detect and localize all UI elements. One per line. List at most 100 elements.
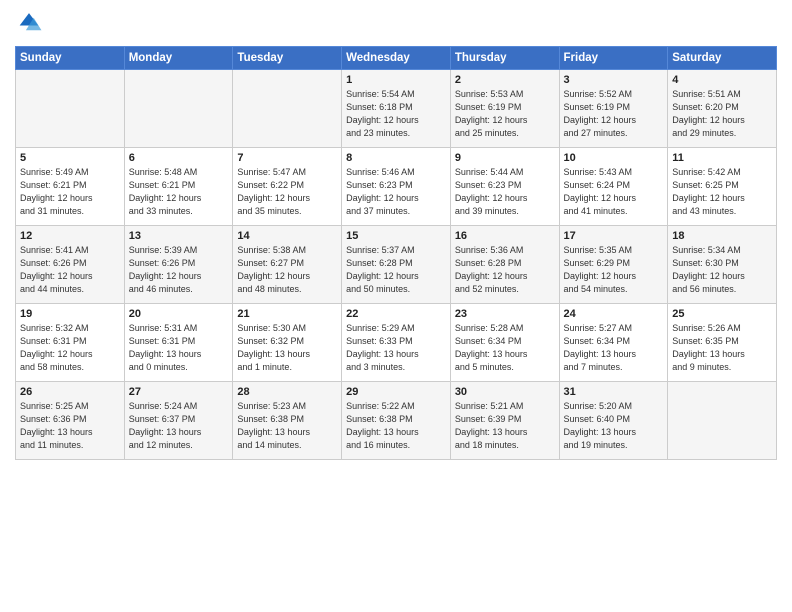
day-number: 24 <box>564 308 664 320</box>
day-info: Sunrise: 5:25 AM Sunset: 6:36 PM Dayligh… <box>20 400 120 452</box>
day-number: 22 <box>346 308 446 320</box>
calendar-cell: 21Sunrise: 5:30 AM Sunset: 6:32 PM Dayli… <box>233 304 342 382</box>
day-info: Sunrise: 5:23 AM Sunset: 6:38 PM Dayligh… <box>237 400 337 452</box>
day-number: 29 <box>346 386 446 398</box>
day-info: Sunrise: 5:21 AM Sunset: 6:39 PM Dayligh… <box>455 400 555 452</box>
calendar-cell: 17 Sunrise: 5:35 AM Sunset: 6:29 PM Dayli… <box>559 226 668 304</box>
day-number: 21 <box>237 308 337 320</box>
weekday-header: Wednesday <box>342 47 451 70</box>
calendar-cell: 10 Sunrise: 5:43 AM Sunset: 6:24 PM Dayli… <box>559 148 668 226</box>
calendar-week-row: 19 Sunrise: 5:32 AM Sunset: 6:31 PM Dayli… <box>16 304 777 382</box>
day-info: Sunrise: 5:38 AM Sunset: 6:27 PM Dayligh… <box>237 244 337 296</box>
day-info: Sunrise: 5:26 AM Sunset: 6:35 PM Dayligh… <box>672 322 772 374</box>
calendar-cell: 24 Sunrise: 5:27 AM Sunset: 6:34 PM Dayli… <box>559 304 668 382</box>
calendar-cell: 11 Sunrise: 5:42 AM Sunset: 6:25 PM Dayli… <box>668 148 777 226</box>
day-number: 27 <box>129 386 229 398</box>
day-info: Sunrise: 5:20 AM Sunset: 6:40 PM Dayligh… <box>564 400 664 452</box>
weekday-header: Thursday <box>450 47 559 70</box>
day-number: 1 <box>346 74 446 86</box>
day-info: Sunrise: 5:24 AM Sunset: 6:37 PM Dayligh… <box>129 400 229 452</box>
calendar-cell: 18 Sunrise: 5:34 AM Sunset: 6:30 PM Dayli… <box>668 226 777 304</box>
calendar-week-row: 1 Sunrise: 5:54 AM Sunset: 6:18 PM Daylig… <box>16 70 777 148</box>
day-number: 26 <box>20 386 120 398</box>
day-info: Sunrise: 5:35 AM Sunset: 6:29 PM Dayligh… <box>564 244 664 296</box>
logo <box>15 10 47 38</box>
day-info: Sunrise: 5:34 AM Sunset: 6:30 PM Dayligh… <box>672 244 772 296</box>
calendar-cell: 20 Sunrise: 5:31 AM Sunset: 6:31 PM Dayli… <box>124 304 233 382</box>
day-number: 17 <box>564 230 664 242</box>
day-info: Sunrise: 5:32 AM Sunset: 6:31 PM Dayligh… <box>20 322 120 374</box>
day-number: 19 <box>20 308 120 320</box>
day-info: Sunrise: 5:41 AM Sunset: 6:26 PM Dayligh… <box>20 244 120 296</box>
calendar-cell: 4Sunrise: 5:51 AM Sunset: 6:20 PM Daylig… <box>668 70 777 148</box>
day-info: Sunrise: 5:51 AM Sunset: 6:20 PM Dayligh… <box>672 88 772 140</box>
weekday-header: Monday <box>124 47 233 70</box>
day-info: Sunrise: 5:54 AM Sunset: 6:18 PM Dayligh… <box>346 88 446 140</box>
day-number: 5 <box>20 152 120 164</box>
calendar-cell: 16Sunrise: 5:36 AM Sunset: 6:28 PM Dayli… <box>450 226 559 304</box>
weekday-header: Sunday <box>16 47 125 70</box>
day-info: Sunrise: 5:47 AM Sunset: 6:22 PM Dayligh… <box>237 166 337 218</box>
day-number: 23 <box>455 308 555 320</box>
calendar-cell: 2Sunrise: 5:53 AM Sunset: 6:19 PM Daylig… <box>450 70 559 148</box>
header <box>15 10 777 38</box>
calendar-cell: 6 Sunrise: 5:48 AM Sunset: 6:21 PM Daylig… <box>124 148 233 226</box>
calendar-cell: 9Sunrise: 5:44 AM Sunset: 6:23 PM Daylig… <box>450 148 559 226</box>
calendar-cell: 3 Sunrise: 5:52 AM Sunset: 6:19 PM Daylig… <box>559 70 668 148</box>
calendar-cell: 7 Sunrise: 5:47 AM Sunset: 6:22 PM Daylig… <box>233 148 342 226</box>
calendar-cell: 12 Sunrise: 5:41 AM Sunset: 6:26 PM Dayli… <box>16 226 125 304</box>
day-number: 20 <box>129 308 229 320</box>
weekday-header: Saturday <box>668 47 777 70</box>
day-info: Sunrise: 5:43 AM Sunset: 6:24 PM Dayligh… <box>564 166 664 218</box>
day-number: 25 <box>672 308 772 320</box>
calendar-cell: 14 Sunrise: 5:38 AM Sunset: 6:27 PM Dayli… <box>233 226 342 304</box>
day-number: 10 <box>564 152 664 164</box>
day-info: Sunrise: 5:52 AM Sunset: 6:19 PM Dayligh… <box>564 88 664 140</box>
calendar-cell: 15 Sunrise: 5:37 AM Sunset: 6:28 PM Dayli… <box>342 226 451 304</box>
calendar-cell: 27 Sunrise: 5:24 AM Sunset: 6:37 PM Dayli… <box>124 382 233 460</box>
day-info: Sunrise: 5:37 AM Sunset: 6:28 PM Dayligh… <box>346 244 446 296</box>
day-info: Sunrise: 5:28 AM Sunset: 6:34 PM Dayligh… <box>455 322 555 374</box>
logo-icon <box>15 10 43 38</box>
day-number: 3 <box>564 74 664 86</box>
calendar-cell: 5 Sunrise: 5:49 AM Sunset: 6:21 PM Daylig… <box>16 148 125 226</box>
calendar-cell: 28 Sunrise: 5:23 AM Sunset: 6:38 PM Dayli… <box>233 382 342 460</box>
page: SundayMondayTuesdayWednesdayThursdayFrid… <box>0 0 792 612</box>
calendar-cell: 26 Sunrise: 5:25 AM Sunset: 6:36 PM Dayli… <box>16 382 125 460</box>
calendar-week-row: 26 Sunrise: 5:25 AM Sunset: 6:36 PM Dayli… <box>16 382 777 460</box>
day-info: Sunrise: 5:49 AM Sunset: 6:21 PM Dayligh… <box>20 166 120 218</box>
day-info: Sunrise: 5:31 AM Sunset: 6:31 PM Dayligh… <box>129 322 229 374</box>
calendar-cell: 31 Sunrise: 5:20 AM Sunset: 6:40 PM Dayli… <box>559 382 668 460</box>
day-info: Sunrise: 5:29 AM Sunset: 6:33 PM Dayligh… <box>346 322 446 374</box>
weekday-header: Tuesday <box>233 47 342 70</box>
day-number: 6 <box>129 152 229 164</box>
day-info: Sunrise: 5:48 AM Sunset: 6:21 PM Dayligh… <box>129 166 229 218</box>
day-info: Sunrise: 5:53 AM Sunset: 6:19 PM Dayligh… <box>455 88 555 140</box>
day-number: 11 <box>672 152 772 164</box>
calendar-cell <box>668 382 777 460</box>
day-number: 14 <box>237 230 337 242</box>
day-number: 8 <box>346 152 446 164</box>
day-number: 18 <box>672 230 772 242</box>
calendar-cell: 25 Sunrise: 5:26 AM Sunset: 6:35 PM Dayli… <box>668 304 777 382</box>
calendar-cell: 30 Sunrise: 5:21 AM Sunset: 6:39 PM Dayli… <box>450 382 559 460</box>
day-info: Sunrise: 5:42 AM Sunset: 6:25 PM Dayligh… <box>672 166 772 218</box>
day-info: Sunrise: 5:44 AM Sunset: 6:23 PM Dayligh… <box>455 166 555 218</box>
calendar-cell: 22 Sunrise: 5:29 AM Sunset: 6:33 PM Dayli… <box>342 304 451 382</box>
day-info: Sunrise: 5:27 AM Sunset: 6:34 PM Dayligh… <box>564 322 664 374</box>
day-number: 13 <box>129 230 229 242</box>
day-info: Sunrise: 5:46 AM Sunset: 6:23 PM Dayligh… <box>346 166 446 218</box>
day-number: 31 <box>564 386 664 398</box>
calendar-cell: 29 Sunrise: 5:22 AM Sunset: 6:38 PM Dayli… <box>342 382 451 460</box>
day-number: 28 <box>237 386 337 398</box>
day-info: Sunrise: 5:22 AM Sunset: 6:38 PM Dayligh… <box>346 400 446 452</box>
calendar-cell <box>124 70 233 148</box>
calendar-cell: 19 Sunrise: 5:32 AM Sunset: 6:31 PM Dayli… <box>16 304 125 382</box>
calendar-cell: 13Sunrise: 5:39 AM Sunset: 6:26 PM Dayli… <box>124 226 233 304</box>
day-number: 30 <box>455 386 555 398</box>
day-number: 12 <box>20 230 120 242</box>
day-info: Sunrise: 5:36 AM Sunset: 6:28 PM Dayligh… <box>455 244 555 296</box>
day-number: 15 <box>346 230 446 242</box>
calendar-table: SundayMondayTuesdayWednesdayThursdayFrid… <box>15 46 777 460</box>
day-number: 7 <box>237 152 337 164</box>
